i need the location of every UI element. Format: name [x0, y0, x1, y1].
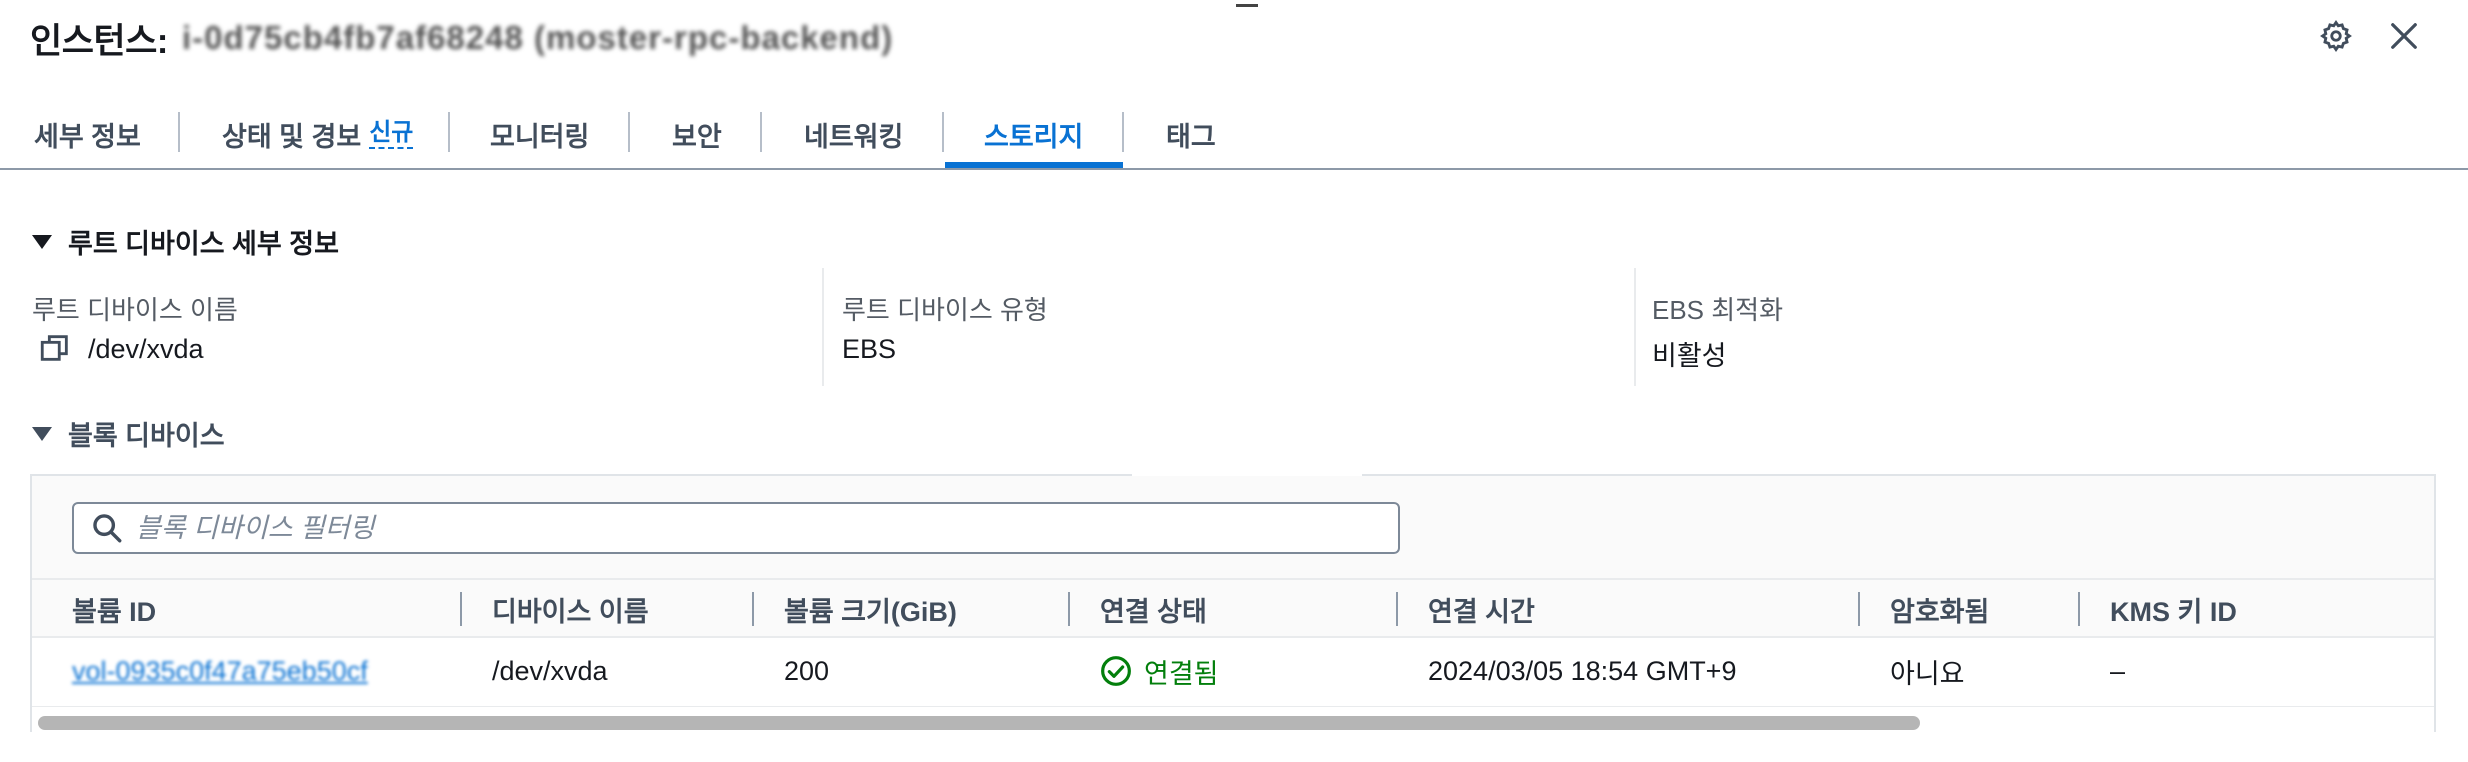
root-device-type-value: EBS [842, 334, 897, 364]
column-header[interactable]: 디바이스 이름 [492, 580, 649, 638]
new-badge: 신규 [369, 119, 414, 149]
attach-time-cell: 2024/03/05 18:54 GMT+9 [1428, 655, 1737, 686]
device-name-cell: /dev/xvda [492, 655, 608, 686]
tab-label: 스토리지 [984, 121, 1084, 152]
tab-monitoring[interactable]: 모니터링 [490, 100, 589, 168]
caret-down-icon [32, 426, 52, 441]
tab-divider [760, 112, 762, 152]
check-circle-icon [1101, 656, 1131, 686]
volume-size-cell: 200 [784, 655, 830, 686]
column-header[interactable]: KMS 키 ID [2110, 580, 2237, 638]
attach-status-text: 연결됨 [1144, 658, 1219, 689]
copy-icon [40, 335, 68, 361]
tab-label: 모니터링 [490, 121, 590, 152]
ebs-optimized-label: EBS 최적화 [1652, 295, 1784, 325]
tab-status-alarms[interactable]: 상태 및 경보 신규 [222, 100, 414, 168]
caret-down-icon [32, 234, 52, 249]
tab-divider [448, 112, 450, 152]
encrypted-cell: 아니요 [1890, 658, 1965, 689]
tab-label: 태그 [1166, 121, 1216, 152]
tab-security[interactable]: 보안 [672, 100, 722, 168]
column-divider [822, 268, 824, 386]
settings-button[interactable] [2312, 12, 2360, 60]
column-header[interactable]: 볼륨 ID [72, 580, 156, 638]
column-resizer[interactable] [752, 592, 754, 626]
root-device-name-label: 루트 디바이스 이름 [32, 295, 238, 325]
column-header[interactable]: 암호화됨 [1890, 580, 1989, 638]
page-header: 인스턴스: i-0d75cb4fb7af68248 (moster-rpc-ba… [30, 10, 893, 66]
close-icon [2391, 23, 2417, 49]
search-icon [93, 514, 122, 543]
root-device-type-label: 루트 디바이스 유형 [842, 295, 1048, 325]
block-devices-table-panel: 볼륨 ID 디바이스 이름 볼륨 크기(GiB) 연결 상태 연결 시간 암호화… [30, 474, 2436, 733]
page-title: 인스턴스: [30, 21, 168, 61]
attach-status-cell: 연결됨 [1100, 638, 1219, 704]
tab-label: 세부 정보 [34, 121, 141, 152]
volume-id-link[interactable]: vol-0935c0f47a75eb50cf [72, 656, 368, 687]
table-header: 볼륨 ID 디바이스 이름 볼륨 크기(GiB) 연결 상태 연결 시간 암호화… [32, 578, 2434, 638]
tab-divider [1122, 112, 1124, 152]
column-header[interactable]: 연결 상태 [1100, 580, 1207, 638]
tab-label: 보안 [672, 121, 722, 152]
tab-bar: 세부 정보 상태 및 경보 신규 모니터링 보안 네트워킹 스토리지 태그 [0, 100, 2468, 170]
root-device-name-value: /dev/xvda [88, 334, 204, 364]
tab-tags[interactable]: 태그 [1166, 100, 1216, 168]
gear-icon [2320, 20, 2352, 52]
tab-label: 상태 및 경보 [222, 121, 362, 152]
column-resizer[interactable] [1068, 592, 1070, 626]
search-input[interactable] [134, 511, 1378, 545]
panel-edge [1132, 474, 1362, 476]
column-resizer[interactable] [1858, 592, 1860, 626]
copy-button[interactable] [38, 331, 72, 365]
ebs-optimized-value: 비활성 [1652, 341, 1727, 371]
tab-networking[interactable]: 네트워킹 [804, 100, 903, 168]
tab-storage[interactable]: 스토리지 [984, 100, 1083, 168]
horizontal-scrollbar-thumb[interactable] [38, 716, 1920, 730]
status-indicator: 연결됨 [1100, 652, 1219, 691]
drag-handle[interactable] [1236, 4, 1258, 7]
table-row: vol-0935c0f47a75eb50cf /dev/xvda 200 연결됨… [32, 638, 2434, 704]
root-device-section-toggle[interactable]: 루트 디바이스 세부 정보 [32, 222, 339, 261]
column-header[interactable]: 볼륨 크기(GiB) [784, 580, 957, 638]
kms-key-id-cell: – [2110, 655, 2126, 686]
column-resizer[interactable] [2078, 592, 2080, 626]
tab-label: 네트워킹 [804, 121, 904, 152]
tab-divider [178, 112, 180, 152]
active-tab-indicator [945, 162, 1123, 168]
tab-divider [628, 112, 630, 152]
section-title: 루트 디바이스 세부 정보 [68, 229, 339, 259]
block-device-filter[interactable] [72, 502, 1400, 554]
instance-id: i-0d75cb4fb7af68248 (moster-rpc-backend) [181, 19, 894, 56]
section-title: 블록 디바이스 [68, 421, 225, 451]
tab-divider [942, 112, 944, 152]
close-button[interactable] [2380, 12, 2428, 60]
column-resizer[interactable] [1396, 592, 1398, 626]
column-divider [1634, 268, 1636, 386]
tab-details[interactable]: 세부 정보 [34, 100, 141, 168]
column-resizer[interactable] [460, 592, 462, 626]
block-devices-section-toggle[interactable]: 블록 디바이스 [32, 414, 225, 453]
column-header[interactable]: 연결 시간 [1428, 580, 1535, 638]
